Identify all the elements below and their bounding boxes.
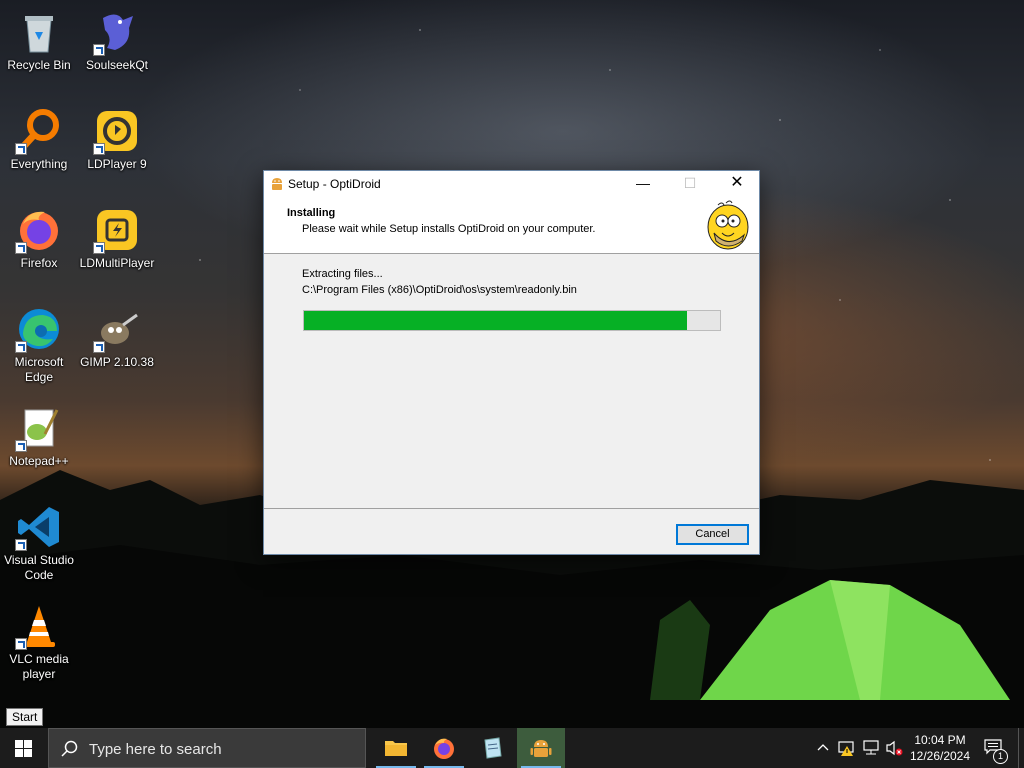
ethernet-icon (863, 740, 879, 755)
desktop-icon-label: Recycle Bin (7, 58, 71, 72)
taskbar-optidroid-setup[interactable] (517, 728, 565, 768)
shortcut-arrow-icon (93, 44, 105, 56)
wizard-footer: Cancel (264, 508, 759, 554)
current-file-path: C:\Program Files (x86)\OptiDroid\os\syst… (302, 284, 577, 296)
start-tooltip: Start (6, 708, 44, 726)
shortcut-arrow-icon (15, 143, 27, 155)
taskbar-search-box[interactable]: Type here to search (48, 728, 366, 768)
wizard-header: Installing Please wait while Setup insta… (264, 197, 759, 254)
edge-icon (15, 305, 63, 353)
ldplayer-icon (93, 107, 141, 155)
desktop-icon-firefox[interactable]: Firefox (1, 206, 77, 271)
desktop-icon-label: Visual Studio Code (4, 553, 74, 582)
desktop-icon-everything[interactable]: Everything (1, 107, 77, 172)
clock-date: 12/26/2024 (909, 749, 971, 763)
cancel-button[interactable]: Cancel (676, 524, 749, 545)
desktop-icon-microsoft-edge[interactable]: Microsoft Edge (1, 305, 77, 385)
search-icon (61, 740, 78, 757)
recycle-bin-icon (15, 8, 63, 56)
desktop-icon-soulseekqt[interactable]: SoulseekQt (79, 8, 155, 73)
clock-time: 10:04 PM (914, 733, 966, 747)
taskbar-file-explorer[interactable] (372, 728, 420, 768)
taskbar: Type here to search 10:04 PM 12/26/2024 … (0, 728, 1024, 768)
desktop-icon-ldplayer9[interactable]: LDPlayer 9 (79, 107, 155, 172)
vlc-cone-icon (15, 602, 63, 650)
firefox-icon (15, 206, 63, 254)
action-center-button[interactable]: 1 (980, 728, 1010, 768)
wizard-page-title: Installing (287, 207, 336, 219)
dialog-title: Setup - OptiDroid (288, 177, 381, 191)
desktop-icon-label: GIMP 2.10.38 (80, 355, 154, 369)
desktop-icon-label: Firefox (20, 256, 58, 270)
tray-volume[interactable] (884, 728, 904, 768)
desktop-icon-recycle-bin[interactable]: Recycle Bin (1, 8, 77, 73)
windows-logo-icon (15, 740, 32, 757)
desktop-icon-label: Notepad++ (9, 454, 69, 468)
search-placeholder: Type here to search (89, 741, 222, 758)
shortcut-arrow-icon (93, 143, 105, 155)
taskbar-notepad-plus-plus[interactable] (468, 728, 516, 768)
desktop-icon-label: LDMultiPlayer (79, 256, 155, 270)
taskbar-clock[interactable]: 10:04 PM 12/26/2024 (902, 732, 978, 764)
install-status-text: Extracting files... (302, 268, 383, 280)
shortcut-arrow-icon (15, 539, 27, 551)
soulseek-bird-icon (93, 8, 141, 56)
dialog-titlebar[interactable]: Setup - OptiDroid — ☐ ✕ (264, 171, 759, 197)
desktop-icon-visual-studio-code[interactable]: Visual Studio Code (1, 503, 77, 583)
notepad-icon (484, 737, 502, 759)
gimp-icon (93, 305, 141, 353)
desktop-icon-ldmultiplayer[interactable]: LDMultiPlayer (79, 206, 155, 271)
folder-icon (385, 741, 407, 756)
network-warning-icon (838, 741, 854, 756)
desktop-icon-label: Everything (10, 157, 68, 171)
minimize-button[interactable]: — (620, 171, 666, 197)
start-button[interactable] (0, 728, 48, 768)
notification-count-badge: 1 (993, 749, 1008, 764)
desktop-icon-label: VLC media player (9, 652, 69, 681)
firefox-icon (434, 738, 454, 759)
setup-dialog: Setup - OptiDroid — ☐ ✕ Installing Pleas… (263, 170, 760, 555)
desktop-icon-label: Microsoft Edge (14, 355, 64, 384)
maximize-button: ☐ (683, 175, 697, 191)
vscode-icon (15, 503, 63, 551)
wizard-body: Extracting files... C:\Program Files (x8… (264, 254, 759, 508)
chevron-up-icon (817, 744, 829, 751)
desktop-icon-label: LDPlayer 9 (87, 157, 147, 171)
shortcut-arrow-icon (15, 341, 27, 353)
close-button[interactable]: ✕ (714, 171, 760, 197)
progress-fill (304, 311, 687, 330)
show-desktop-button[interactable] (1018, 728, 1024, 768)
shortcut-arrow-icon (93, 341, 105, 353)
desktop-icon-gimp[interactable]: GIMP 2.10.38 (79, 305, 155, 370)
show-hidden-icons-button[interactable] (814, 728, 832, 768)
desktop-icon-notepad-plus-plus[interactable]: Notepad++ (1, 404, 77, 469)
shortcut-arrow-icon (15, 242, 27, 254)
wizard-page-subtitle: Please wait while Setup installs OptiDro… (302, 223, 596, 235)
notepad-plus-plus-icon (15, 404, 63, 452)
android-icon (530, 740, 552, 757)
everything-search-icon (15, 107, 63, 155)
tray-network-warning[interactable] (836, 728, 858, 768)
install-progress-bar (303, 310, 721, 331)
desktop-icon-label: SoulseekQt (85, 58, 149, 72)
ldmultiplayer-icon (93, 206, 141, 254)
shortcut-arrow-icon (93, 242, 105, 254)
shortcut-arrow-icon (15, 440, 27, 452)
shortcut-arrow-icon (15, 638, 27, 650)
desktop-icon-vlc[interactable]: VLC media player (1, 602, 77, 682)
homer-simpson-logo-icon (707, 200, 749, 250)
volume-muted-icon (886, 740, 903, 756)
android-app-icon (272, 178, 282, 190)
taskbar-firefox[interactable] (420, 728, 468, 768)
tray-network[interactable] (860, 728, 882, 768)
